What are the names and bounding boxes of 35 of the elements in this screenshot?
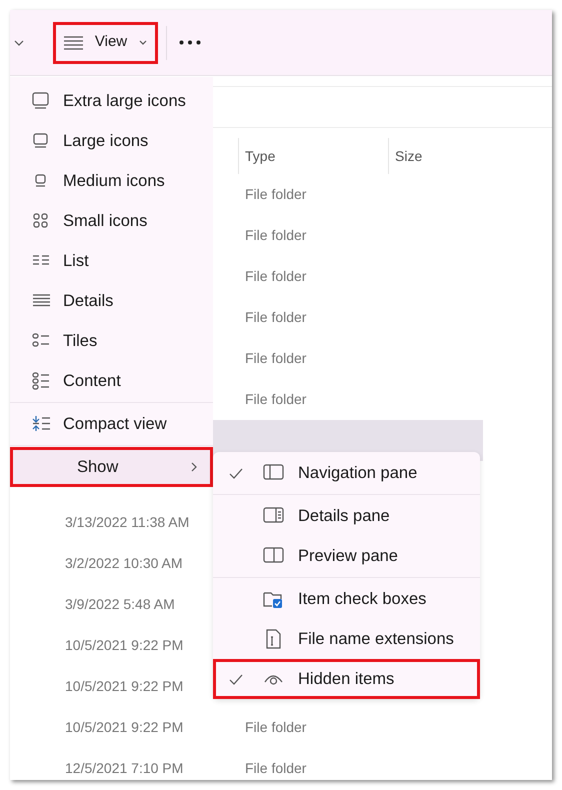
view-button[interactable]: View [53,22,158,64]
column-header[interactable]: Size [388,138,487,174]
column-header[interactable]: Type [238,138,388,174]
more-icon[interactable] [179,40,201,45]
checkmark-icon [229,674,243,684]
caret-icon [139,40,148,45]
date-cell-text: 12/5/2021 7:10 PM [65,759,184,778]
details-icon [64,36,83,50]
menu-item[interactable]: Show [10,447,213,487]
menu-item[interactable]: Details pane [213,496,480,536]
menu-item[interactable]: Large icons [10,121,213,161]
menu-item[interactable]: Navigation pane [213,453,480,493]
menu-item[interactable]: Compact view [10,404,213,444]
type-cell-text: File folder [245,759,306,778]
file-row[interactable]: 12/5/2021 7:10 PM File folder [10,748,552,780]
date-cell-text: 10/5/2021 9:22 PM [65,718,184,737]
chevron-down-icon[interactable] [14,40,24,46]
menu-item[interactable]: Hidden items [213,659,480,699]
menu-item[interactable]: Preview pane [213,536,480,576]
menu-item[interactable]: File name extensions [213,619,480,659]
extra-large-icons-icon [32,92,51,110]
type-cell-text: File folder [245,718,306,737]
menu-item[interactable]: Medium icons [10,161,213,201]
menu-item[interactable]: Extra large icons [10,81,213,121]
menu-item[interactable]: Small icons [10,201,213,241]
menu-item[interactable]: Details [10,281,213,321]
checkmark-icon [229,468,243,478]
content-icon [32,372,51,390]
menu-item[interactable]: List [10,241,213,281]
chevron-right-icon [191,462,197,472]
menu-item[interactable]: Item check boxes [213,579,480,619]
menu-item[interactable]: Tiles [10,321,213,361]
file-row[interactable]: 10/5/2021 9:22 PM File folder [10,707,552,748]
menu-item[interactable]: Content [10,361,213,401]
compact-view-icon [32,415,51,433]
